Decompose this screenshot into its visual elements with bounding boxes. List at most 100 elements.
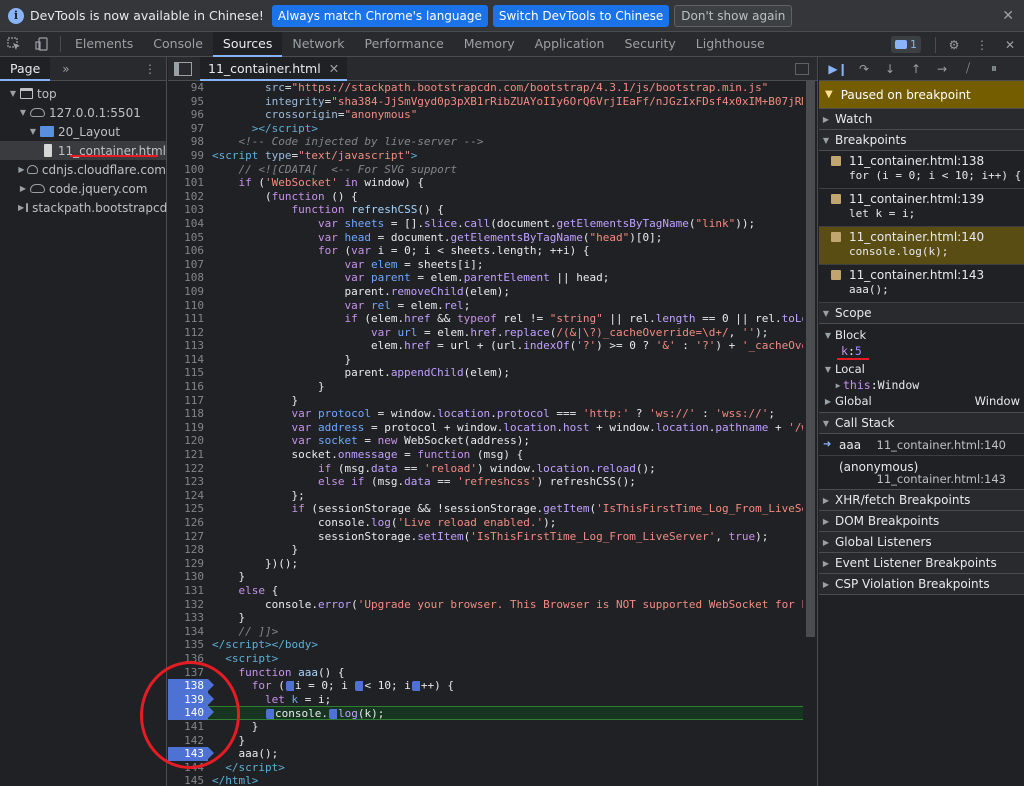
tree-item-file[interactable]: 11_container.html [0, 141, 166, 160]
close-tab-icon[interactable]: ✕ [329, 61, 339, 76]
scope-local[interactable]: ▼ Local [819, 361, 1024, 377]
section-breakpoints[interactable]: ▼ Breakpoints [819, 130, 1024, 151]
pause-on-exceptions-icon[interactable]: ⏸ [981, 61, 1007, 76]
code-line: 128 } [184, 543, 299, 557]
breakpoint-checkbox[interactable] [831, 156, 841, 166]
tab-sources[interactable]: Sources [212, 31, 283, 57]
collapsed-arrow-icon: ▶ [824, 396, 832, 406]
editor-scrollbar[interactable] [803, 81, 817, 786]
step-out-icon[interactable]: ↑ [903, 62, 929, 76]
tab-application[interactable]: Application [525, 32, 615, 57]
section-event-listener-breakpoints[interactable]: ▶ Event Listener Breakpoints [819, 553, 1024, 574]
toolbar-divider [60, 36, 61, 52]
collapsed-arrow-icon[interactable]: ▶ [18, 184, 28, 193]
cloud-icon [30, 184, 45, 193]
code-line: 112 var url = elem.href.replace(/(&|\?)_… [184, 325, 769, 339]
gear-icon[interactable]: ⚙ [940, 32, 968, 57]
breakpoint-checkbox[interactable] [831, 270, 841, 280]
section-call-stack[interactable]: ▼ Call Stack [819, 413, 1024, 434]
breakpoint-item[interactable]: 11_container.html:139 let k = i; [819, 189, 1024, 227]
step-icon[interactable]: → [929, 62, 955, 76]
tab-console[interactable]: Console [143, 32, 213, 57]
scroll-thumb[interactable] [806, 81, 815, 637]
issues-badge[interactable]: 1 [891, 36, 921, 53]
code-line: 136 <script> [184, 651, 279, 665]
tree-item-cdn[interactable]: ▶ code.jquery.com [0, 179, 166, 198]
code-line: 114 } [184, 352, 352, 366]
scope-label: Global [835, 394, 872, 408]
red-underline-annotation [70, 155, 158, 157]
expanded-arrow-icon[interactable]: ▼ [8, 89, 18, 98]
step-into-icon[interactable]: ↓ [877, 62, 903, 76]
frame-location: 11_container.html:140 [876, 438, 1007, 452]
tab-network[interactable]: Network [282, 32, 354, 57]
tree-label: 127.0.0.1:5501 [49, 105, 141, 120]
code-line: 94 src="https://stackpath.bootstrapcdn.c… [190, 81, 769, 94]
scope-block[interactable]: ▼ Block [819, 327, 1024, 343]
breakpoint-item-active[interactable]: 11_container.html:140 console.log(k); [819, 227, 1024, 265]
section-csp-breakpoints[interactable]: ▶ CSP Violation Breakpoints [819, 574, 1024, 595]
breakpoint-line-138[interactable]: 138 for (i = 0; i < 10; i ++) { [168, 679, 804, 693]
scope-label: Block [835, 328, 867, 342]
tab-lighthouse[interactable]: Lighthouse [686, 32, 775, 57]
breakpoint-code: console.log(k); [849, 245, 949, 258]
tree-item-folder[interactable]: ▼ 20_Layout [0, 122, 166, 141]
tree-item-cdn[interactable]: ▶ stackpath.bootstrapcdn [0, 198, 175, 217]
section-xhr-breakpoints[interactable]: ▶ XHR/fetch Breakpoints [819, 490, 1024, 511]
expanded-arrow-icon[interactable]: ▼ [18, 108, 28, 117]
step-over-icon[interactable]: ↷ [851, 62, 877, 76]
match-language-button[interactable]: Always match Chrome's language [271, 4, 488, 27]
tab-security[interactable]: Security [614, 32, 685, 57]
code-line: 124 }; [184, 488, 305, 502]
scope-var-k[interactable]: k: 5 [819, 343, 1024, 360]
tab-elements[interactable]: Elements [65, 32, 143, 57]
paused-label: Paused on breakpoint [840, 87, 971, 102]
more-tabs-icon[interactable]: » [62, 62, 69, 76]
call-frame[interactable]: ➜ aaa 11_container.html:140 [819, 434, 1024, 456]
code-view[interactable]: 94 src="https://stackpath.bootstrapcdn.c… [168, 81, 804, 786]
close-icon[interactable]: ✕ [1002, 8, 1014, 24]
scope-global[interactable]: ▶ Global Window [819, 393, 1024, 409]
tree-item-host[interactable]: ▼ 127.0.0.1:5501 [0, 103, 166, 122]
scope-var-this[interactable]: ▶ this: Window [819, 377, 1024, 393]
tab-page[interactable]: Page [0, 56, 51, 81]
breakpoint-line-143[interactable]: 143 aaa(); [168, 747, 804, 761]
breakpoint-checkbox[interactable] [831, 232, 841, 242]
section-scope[interactable]: ▼ Scope [819, 303, 1024, 324]
editor-file-tab[interactable]: 11_container.html ✕ [200, 56, 348, 81]
expanded-arrow-icon: ▼ [825, 89, 833, 100]
device-toolbar-icon[interactable] [28, 32, 56, 57]
breakpoint-item[interactable]: 11_container.html:138 for (i = 0; i < 10… [819, 151, 1024, 189]
section-global-listeners[interactable]: ▶ Global Listeners [819, 532, 1024, 553]
section-label: Global Listeners [835, 535, 932, 549]
expanded-arrow-icon[interactable]: ▼ [28, 127, 38, 136]
dont-show-again-button[interactable]: Don't show again [674, 4, 793, 27]
tree-item-cdn[interactable]: ▶ cdnjs.cloudflare.com [0, 160, 166, 179]
tab-performance[interactable]: Performance [355, 32, 454, 57]
tab-memory[interactable]: Memory [454, 32, 525, 57]
current-frame-arrow-icon: ➜ [823, 439, 832, 450]
red-underline-annotation [837, 358, 869, 360]
tree-label: cdnjs.cloudflare.com [41, 162, 166, 177]
section-watch[interactable]: ▶ Watch [819, 109, 1024, 130]
breakpoint-line-140[interactable]: 140 console. log(k); [168, 706, 804, 720]
switch-chinese-button[interactable]: Switch DevTools to Chinese [492, 4, 670, 27]
collapsed-arrow-icon[interactable]: ▶ [18, 203, 24, 212]
toggle-navigator-icon[interactable] [174, 61, 192, 76]
navigator-menu-icon[interactable]: ⋮ [144, 62, 156, 76]
breakpoint-checkbox[interactable] [831, 194, 841, 204]
code-line: 130 } [184, 570, 246, 584]
kebab-menu-icon[interactable]: ⋮ [968, 32, 996, 57]
close-devtools-icon[interactable]: ✕ [996, 32, 1024, 57]
call-frame[interactable]: (anonymous) 11_container.html:143 [819, 456, 1024, 490]
expanded-arrow-icon: ▼ [824, 364, 832, 374]
resume-icon[interactable]: ▶❙ [825, 62, 851, 76]
collapsed-arrow-icon[interactable]: ▶ [18, 165, 25, 174]
inspect-element-icon[interactable] [0, 32, 28, 57]
tree-item-top[interactable]: ▼ top [0, 84, 166, 103]
toggle-debugger-icon[interactable] [795, 62, 809, 75]
breakpoint-item[interactable]: 11_container.html:143 aaa(); [819, 265, 1024, 303]
breakpoint-line-139[interactable]: 139 let k = i; [168, 692, 804, 707]
section-dom-breakpoints[interactable]: ▶ DOM Breakpoints [819, 511, 1024, 532]
deactivate-breakpoints-icon[interactable]: ⧸ [955, 61, 981, 76]
